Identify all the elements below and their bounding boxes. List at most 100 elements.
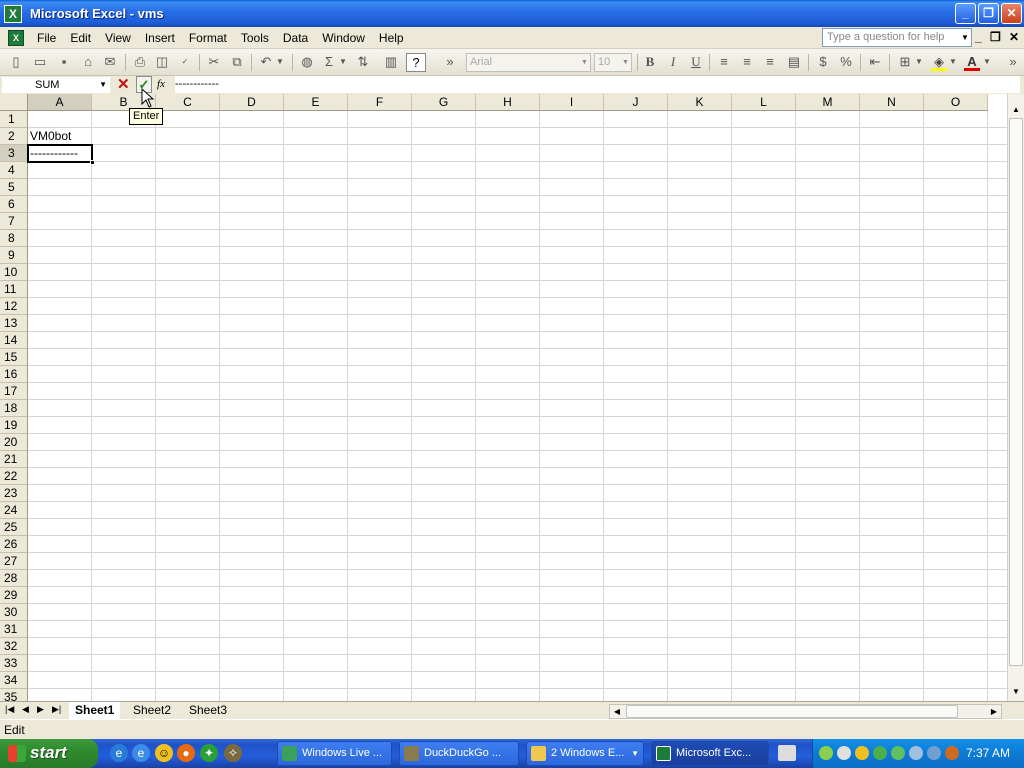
row-header-2[interactable]: 2 [0,128,28,145]
new-icon[interactable]: ▯ [6,53,26,72]
row-header-15[interactable]: 15 [0,349,28,366]
row-header-17[interactable]: 17 [0,383,28,400]
borders-icon[interactable]: ⊞ [895,53,915,72]
row-header-25[interactable]: 25 [0,519,28,536]
sheet-tab-sheet3[interactable]: Sheet3 [183,702,234,719]
font-color-dropdown-icon[interactable]: ▼ [981,53,993,72]
email-icon[interactable]: ✉ [100,53,120,72]
column-header-i[interactable]: I [540,94,604,111]
merge-icon[interactable]: ▤ [784,53,804,72]
start-button[interactable]: start [0,739,98,768]
column-header-n[interactable]: N [860,94,924,111]
menu-help[interactable]: Help [372,28,411,48]
row-header-28[interactable]: 28 [0,570,28,587]
name-box[interactable]: SUM ▼ [2,77,110,93]
game-icon[interactable]: ✧ [224,744,242,762]
print-icon[interactable]: ⎙ [130,53,150,72]
help-icon[interactable]: ? [406,53,426,72]
row-header-18[interactable]: 18 [0,400,28,417]
row-header-19[interactable]: 19 [0,417,28,434]
row-header-32[interactable]: 32 [0,638,28,655]
column-header-h[interactable]: H [476,94,540,111]
sheet-tab-sheet1[interactable]: Sheet1 [69,702,121,719]
permission-icon[interactable]: ⌂ [78,53,98,72]
chevron-down-icon[interactable]: ▼ [579,54,590,71]
row-header-21[interactable]: 21 [0,451,28,468]
row-header-29[interactable]: 29 [0,587,28,604]
keyboard-icon[interactable] [778,745,796,761]
tray-icon-6[interactable] [909,746,923,760]
chevron-down-icon[interactable]: ▼ [620,54,631,71]
task-microsoft-excel[interactable]: Microsoft Exc... [651,741,769,766]
first-sheet-icon[interactable]: |◀ [5,704,14,715]
font-color-icon[interactable]: A [962,53,982,72]
msn-tray-icon[interactable] [873,746,887,760]
row-header-27[interactable]: 27 [0,553,28,570]
save-icon[interactable]: ▪ [54,53,74,72]
column-header-k[interactable]: K [668,94,732,111]
column-header-j[interactable]: J [604,94,668,111]
column-header-c[interactable]: C [156,94,220,111]
worksheet-grid[interactable]: ABCDEFGHIJKLMNO 1 2 3 4 5 6 7 8 9 10 11 12 13 14 15 16 1… [0,94,1007,701]
shield-icon[interactable] [855,746,869,760]
row-header-5[interactable]: 5 [0,179,28,196]
scroll-up-icon[interactable]: ▲ [1008,102,1024,118]
undo-icon[interactable]: ↶ [256,53,276,72]
row-header-13[interactable]: 13 [0,315,28,332]
row-header-1[interactable]: 1 [0,111,28,128]
task-duckduckgo[interactable]: DuckDuckGo ... [399,741,519,766]
menu-insert[interactable]: Insert [138,28,182,48]
print-preview-icon[interactable]: ◫ [152,53,172,72]
underline-icon[interactable]: U [686,53,706,72]
row-header-6[interactable]: 6 [0,196,28,213]
cut-icon[interactable]: ✂ [204,53,224,72]
scroll-down-icon[interactable]: ▼ [1008,684,1024,700]
row-header-30[interactable]: 30 [0,604,28,621]
doc-minimize-button[interactable]: _ [975,30,982,44]
column-header-f[interactable]: F [348,94,412,111]
column-header-a[interactable]: A [28,94,92,111]
spelling-icon[interactable]: ✓ [175,53,195,72]
hyperlink-icon[interactable]: ◍ [297,53,317,72]
restore-button[interactable]: ❐ [978,3,999,24]
autosum-dropdown-icon[interactable]: ▼ [337,53,349,72]
indent-icon[interactable]: ⇤ [865,53,885,72]
percent-icon[interactable]: % [836,53,856,72]
sheet-tab-sheet2[interactable]: Sheet2 [127,702,178,719]
row-header-8[interactable]: 8 [0,230,28,247]
row-header-23[interactable]: 23 [0,485,28,502]
column-header-o[interactable]: O [924,94,988,111]
menu-window[interactable]: Window [315,28,372,48]
task-windows-explorer[interactable]: 2 Windows E... ▼ [526,741,644,766]
font-size-select[interactable]: 10 ▼ [594,53,632,72]
row-header-16[interactable]: 16 [0,366,28,383]
firefox-icon[interactable]: ● [177,744,195,762]
horizontal-scrollbar[interactable]: ◀ ▶ [609,704,1002,719]
toolbar-options-icon[interactable]: » [1006,53,1020,72]
align-right-icon[interactable]: ≡ [760,53,780,72]
borders-dropdown-icon[interactable]: ▼ [913,53,925,72]
row-header-11[interactable]: 11 [0,281,28,298]
last-sheet-icon[interactable]: ▶| [52,704,61,715]
messenger-smiley-icon[interactable]: ☺ [155,744,173,762]
menu-format[interactable]: Format [182,28,234,48]
menu-data[interactable]: Data [276,28,315,48]
column-header-d[interactable]: D [220,94,284,111]
task-windows-live[interactable]: Windows Live ... [277,741,392,766]
network-icon[interactable] [891,746,905,760]
tray-icon-1[interactable] [819,746,833,760]
tray-icon-7[interactable] [927,746,941,760]
chart-icon[interactable]: ▥ [381,53,401,72]
chevron-down-icon[interactable]: ▼ [99,78,107,92]
fill-color-dropdown-icon[interactable]: ▼ [947,53,959,72]
doc-restore-button[interactable]: ❐ [990,30,1001,44]
sort-icon[interactable]: ⇅ [353,53,373,72]
row-header-22[interactable]: 22 [0,468,28,485]
cancel-icon[interactable]: ✕ [117,76,130,93]
close-button[interactable]: ✕ [1001,3,1022,24]
bold-icon[interactable]: B [640,53,660,72]
italic-icon[interactable]: I [663,53,683,72]
row-header-4[interactable]: 4 [0,162,28,179]
row-header-20[interactable]: 20 [0,434,28,451]
row-header-10[interactable]: 10 [0,264,28,281]
